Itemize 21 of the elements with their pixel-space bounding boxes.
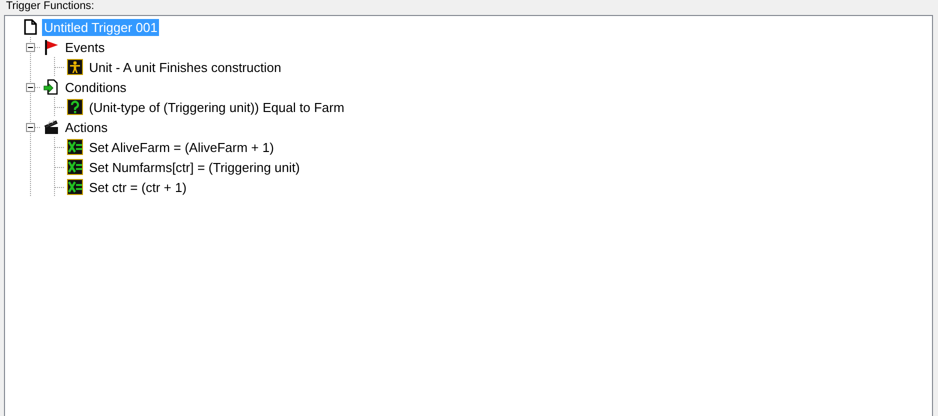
flag-icon: [43, 39, 59, 55]
tree-item[interactable]: Set ctr = (ctr + 1): [87, 178, 189, 196]
collapse-icon[interactable]: [26, 82, 34, 92]
tree-item[interactable]: (Unit-type of (Triggering unit)) Equal to Farm: [87, 98, 346, 116]
tree-item[interactable]: Conditions: [63, 78, 128, 96]
clapperboard-icon: [43, 119, 59, 135]
tree-item[interactable]: Events: [63, 38, 107, 56]
tree-item[interactable]: Actions: [63, 118, 110, 136]
variable-icon: [67, 139, 83, 155]
tree-item[interactable]: Unit - A unit Finishes construction: [87, 58, 284, 76]
panel-label: Trigger Functions:: [5, 0, 94, 14]
question-icon: [67, 99, 83, 115]
tree-item[interactable]: Set Numfarms[ctr] = (Triggering unit): [87, 158, 302, 176]
tree-item[interactable]: Set AliveFarm = (AliveFarm + 1): [87, 138, 276, 156]
figure-icon: [67, 59, 83, 75]
variable-icon: [67, 179, 83, 195]
document-icon: [22, 19, 38, 35]
collapse-icon[interactable]: [26, 122, 34, 132]
collapse-icon[interactable]: [26, 42, 34, 52]
variable-icon: [67, 159, 83, 175]
document-arrow-icon: [43, 79, 59, 95]
